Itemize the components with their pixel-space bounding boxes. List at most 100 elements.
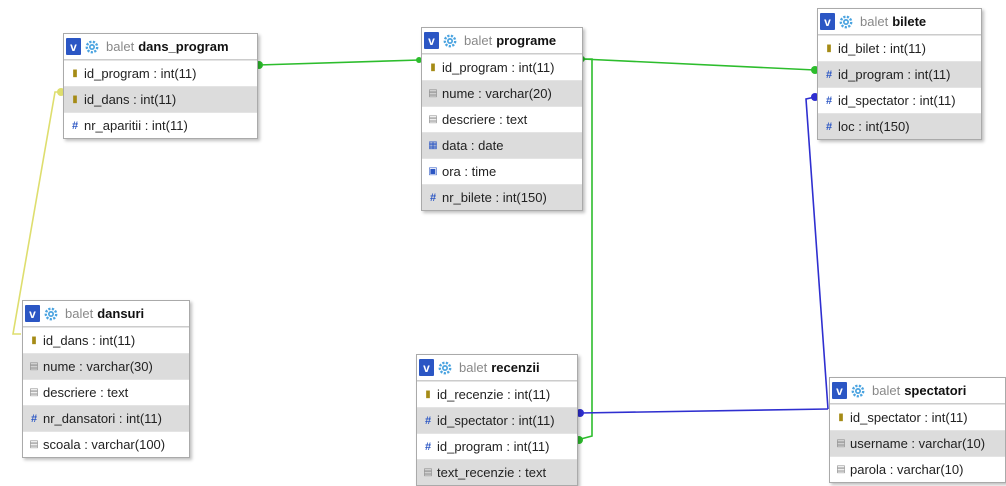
gear-icon[interactable] <box>437 360 453 376</box>
gear-icon[interactable] <box>442 33 458 49</box>
toggle-icon[interactable]: v <box>424 32 439 49</box>
text-icon: ▤ <box>428 114 438 125</box>
field-label: loc : int(150) <box>838 119 910 134</box>
field-row[interactable]: # nr_dansatori : int(11) <box>23 405 189 431</box>
key-icon: ▮ <box>72 94 78 105</box>
table-header[interactable]: v balet programe <box>422 28 582 54</box>
table-header[interactable]: v balet dans_program <box>64 34 257 60</box>
field-row[interactable]: # id_spectator : int(11) <box>818 87 981 113</box>
key-icon: ▮ <box>72 68 78 79</box>
field-row[interactable]: ▮ id_program : int(11) <box>64 60 257 86</box>
field-label: id_recenzie : int(11) <box>437 387 551 402</box>
gear-icon[interactable] <box>43 306 59 322</box>
gear-icon[interactable] <box>838 14 854 30</box>
field-label: nr_dansatori : int(11) <box>43 411 162 426</box>
key-icon: ▮ <box>425 389 431 400</box>
field-row[interactable]: ▮ id_spectator : int(11) <box>830 404 1005 430</box>
table-header[interactable]: v balet bilete <box>818 9 981 35</box>
table-box[interactable]: v balet programe ▮ id_program : int(11) ▤ n… <box>421 27 583 211</box>
field-row[interactable]: ▦ data : date <box>422 132 582 158</box>
toggle-icon[interactable]: v <box>832 382 847 399</box>
field-row[interactable]: ▮ id_dans : int(11) <box>64 86 257 112</box>
relation-programe-bilete <box>581 58 816 71</box>
table-box[interactable]: v balet dansuri ▮ id_dans : int(11) ▤ nume … <box>22 300 190 458</box>
hash-icon: # <box>825 94 833 107</box>
field-row[interactable]: ▤ username : varchar(10) <box>830 430 1005 456</box>
field-label: id_spectator : int(11) <box>838 93 956 108</box>
field-row[interactable]: # id_program : int(11) <box>417 433 577 459</box>
toggle-icon[interactable]: v <box>820 13 835 30</box>
hash-icon: # <box>825 68 833 81</box>
field-row[interactable]: ▤ nume : varchar(20) <box>422 80 582 106</box>
table-name: recenzii <box>491 360 540 375</box>
field-label: id_spectator : int(11) <box>437 413 555 428</box>
key-icon: ▮ <box>838 412 844 423</box>
key-icon: ▮ <box>826 43 832 54</box>
table-header[interactable]: v balet spectatori <box>830 378 1005 404</box>
gear-icon[interactable] <box>850 383 866 399</box>
table-name: bilete <box>892 14 927 29</box>
field-label: username : varchar(10) <box>850 436 986 451</box>
field-label: id_dans : int(11) <box>84 92 177 107</box>
field-label: scoala : varchar(100) <box>43 437 166 452</box>
field-label: id_spectator : int(11) <box>850 410 968 425</box>
table-header[interactable]: v balet dansuri <box>23 301 189 327</box>
table-box[interactable]: v balet spectatori ▮ id_spectator : int(1… <box>829 377 1006 483</box>
table-box[interactable]: v balet dans_program ▮ id_program : int(1… <box>63 33 258 139</box>
field-label: id_bilet : int(11) <box>838 41 926 56</box>
field-label: id_program : int(11) <box>84 66 197 81</box>
database-name: balet <box>65 306 94 321</box>
text-icon: ▤ <box>423 467 433 478</box>
field-row[interactable]: # id_spectator : int(11) <box>417 407 577 433</box>
hash-icon: # <box>424 440 432 453</box>
gear-icon[interactable] <box>84 39 100 55</box>
hash-icon: # <box>424 414 432 427</box>
field-row[interactable]: # nr_aparitii : int(11) <box>64 112 257 138</box>
toggle-icon[interactable]: v <box>66 38 81 55</box>
field-label: data : date <box>442 138 504 153</box>
table-box[interactable]: v balet recenzii ▮ id_recenzie : int(11) #… <box>416 354 578 486</box>
toggle-icon[interactable]: v <box>419 359 434 376</box>
hash-icon: # <box>429 191 437 204</box>
field-row[interactable]: ▮ id_bilet : int(11) <box>818 35 981 61</box>
text-icon: ▤ <box>836 464 846 475</box>
field-row[interactable]: ▣ ora : time <box>422 158 582 184</box>
field-label: nr_bilete : int(150) <box>442 190 547 205</box>
field-row[interactable]: ▮ id_program : int(11) <box>422 54 582 80</box>
table-name: dansuri <box>97 306 145 321</box>
relation-dans-program-programe <box>257 59 421 66</box>
field-row[interactable]: ▮ id_dans : int(11) <box>23 327 189 353</box>
clock-icon: ▣ <box>428 166 438 177</box>
field-row[interactable]: # id_program : int(11) <box>818 61 981 87</box>
database-name: balet <box>459 360 488 375</box>
field-row[interactable]: # nr_bilete : int(150) <box>422 184 582 210</box>
table-box[interactable]: v balet bilete ▮ id_bilet : int(11) # id_pr… <box>817 8 982 140</box>
field-row[interactable]: ▤ scoala : varchar(100) <box>23 431 189 457</box>
field-label: id_dans : int(11) <box>43 333 136 348</box>
field-row[interactable]: ▤ nume : varchar(30) <box>23 353 189 379</box>
field-label: nume : varchar(30) <box>43 359 153 374</box>
field-row[interactable]: ▤ descriere : text <box>422 106 582 132</box>
table-header[interactable]: v balet recenzii <box>417 355 577 381</box>
hash-icon: # <box>825 120 833 133</box>
table-name: dans_program <box>138 39 229 54</box>
calendar-icon: ▦ <box>428 140 438 151</box>
field-row[interactable]: ▮ id_recenzie : int(11) <box>417 381 577 407</box>
key-icon: ▮ <box>31 335 37 346</box>
relation-spectatori-recenzii <box>579 408 829 414</box>
toggle-icon[interactable]: v <box>25 305 40 322</box>
table-name: spectatori <box>904 383 967 398</box>
field-row[interactable]: # loc : int(150) <box>818 113 981 139</box>
field-label: descriere : text <box>43 385 129 400</box>
text-icon: ▤ <box>29 361 39 372</box>
relation-dansuri-dans-program <box>12 91 62 335</box>
field-row[interactable]: ▤ parola : varchar(10) <box>830 456 1005 482</box>
key-icon: ▮ <box>430 62 436 73</box>
field-label: nr_aparitii : int(11) <box>84 118 188 133</box>
text-icon: ▤ <box>836 438 846 449</box>
field-row[interactable]: ▤ text_recenzie : text <box>417 459 577 485</box>
field-label: ora : time <box>442 164 497 179</box>
field-row[interactable]: ▤ descriere : text <box>23 379 189 405</box>
field-label: nume : varchar(20) <box>442 86 552 101</box>
field-label: parola : varchar(10) <box>850 462 964 477</box>
